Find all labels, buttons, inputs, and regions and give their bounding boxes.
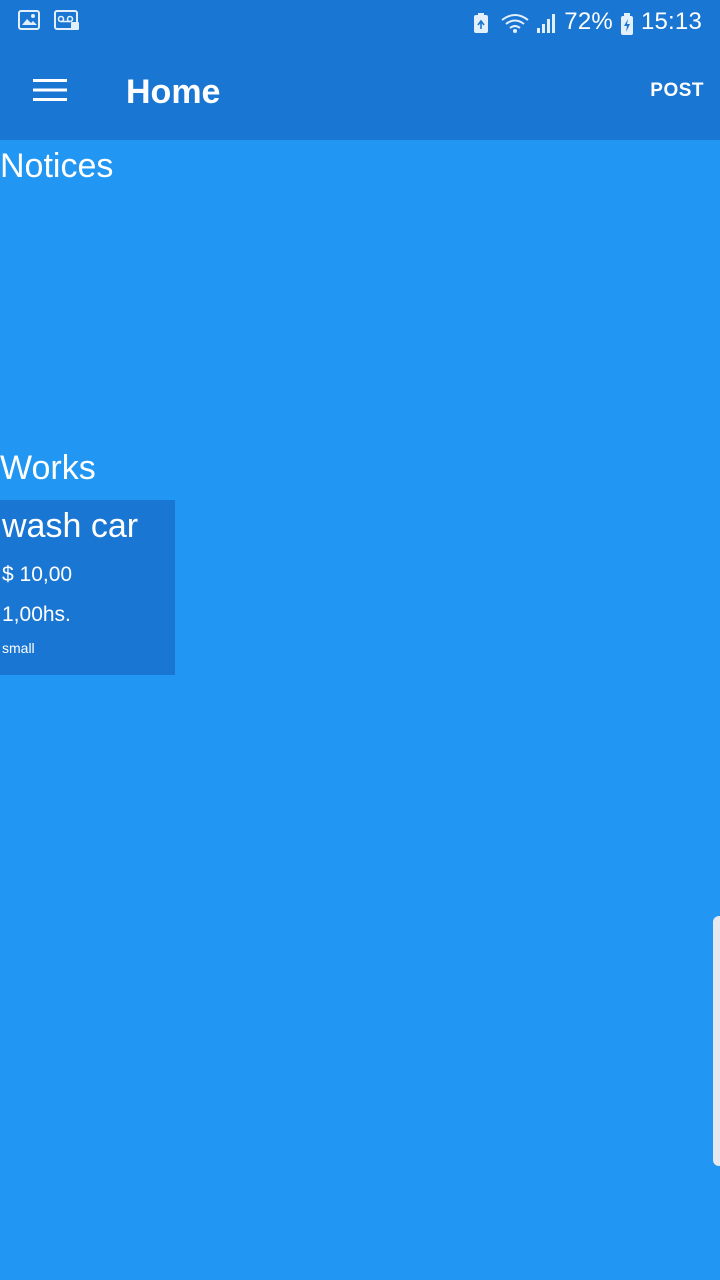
voicemail-icon [54, 10, 79, 30]
work-price: $ 10,00 [2, 563, 73, 586]
notices-section-title: Notices [0, 147, 114, 185]
work-card[interactable]: wash car $ 10,00 1,00hs. small [0, 500, 175, 675]
hamburger-menu-icon [33, 77, 67, 108]
battery-charging-icon [619, 12, 635, 35]
works-section-title: Works [0, 449, 96, 487]
clock: 15:13 [640, 8, 702, 35]
gallery-icon [18, 10, 40, 30]
wifi-icon [500, 12, 530, 33]
battery-percent: 72% [564, 8, 613, 35]
post-button[interactable]: POST [650, 76, 704, 106]
app-bar: Home POST [0, 44, 720, 140]
status-bar: 72% 15:13 [0, 0, 720, 44]
page-title: Home [126, 73, 221, 111]
signal-icon [536, 12, 558, 33]
battery-saver-icon [472, 12, 494, 33]
work-duration: 1,00hs. [2, 603, 71, 626]
menu-button[interactable] [22, 64, 78, 120]
edge-panel-handle[interactable] [713, 916, 720, 1166]
work-size: small [2, 640, 35, 656]
status-right: 72% 15:13 [472, 6, 702, 38]
work-name: wash car [2, 507, 139, 545]
status-left-icons [18, 10, 79, 30]
